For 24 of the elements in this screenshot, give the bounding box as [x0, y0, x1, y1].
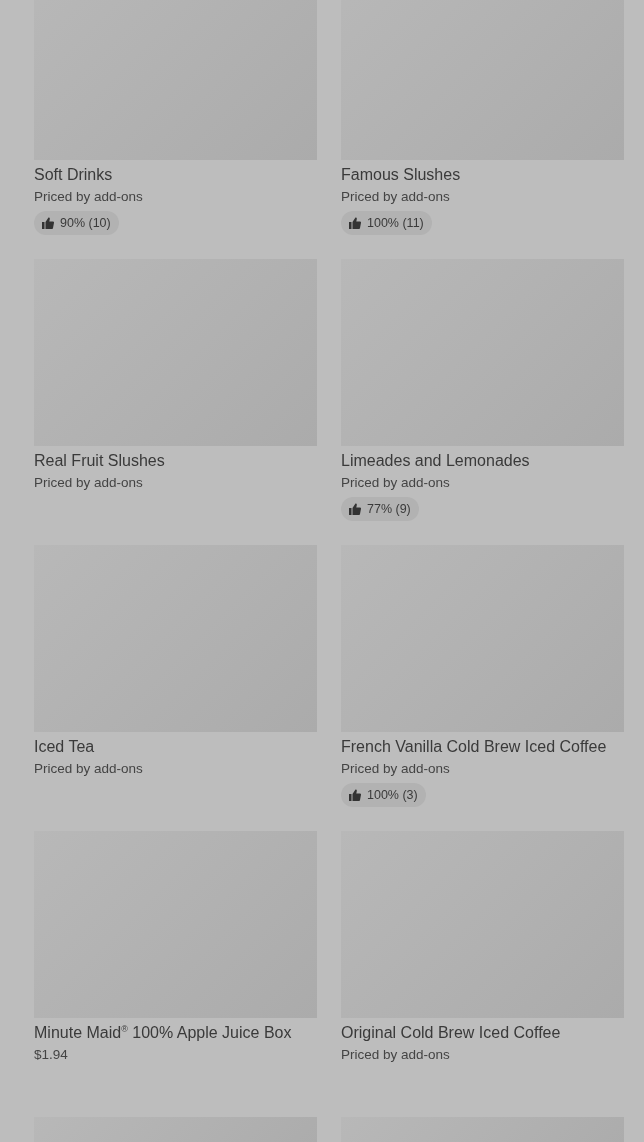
item-title[interactable]: Soft Drinks	[34, 165, 317, 185]
item-title[interactable]: Minute Maid$^{®}$ 100% Apple Juice Box	[34, 1023, 317, 1043]
item-price: Priced by add-ons	[341, 1046, 451, 1064]
rating-text: 77% (9)	[367, 502, 411, 516]
item-title[interactable]: Real Fruit Slushes	[34, 451, 317, 471]
rating-text: 100% (11)	[367, 216, 424, 230]
thumbs-up-icon	[349, 217, 361, 229]
thumbs-up-icon	[349, 503, 361, 515]
item-price: Priced by add-ons	[34, 188, 144, 206]
item-title[interactable]: Limeades and Lemonades	[341, 451, 624, 471]
item-title[interactable]: Iced Tea	[34, 737, 317, 757]
item-title[interactable]: Famous Slushes	[341, 165, 624, 185]
thumbs-up-icon	[349, 789, 361, 801]
item-price: $1.94	[34, 1046, 69, 1064]
item-price: Priced by add-ons	[34, 474, 144, 492]
item-price: Priced by add-ons	[341, 760, 451, 778]
item-price: Priced by add-ons	[34, 760, 144, 778]
item-price: Priced by add-ons	[341, 474, 451, 492]
rating-text: 100% (3)	[367, 788, 418, 802]
thumbs-up-icon	[42, 217, 54, 229]
item-title[interactable]: Original Cold Brew Iced Coffee	[341, 1023, 624, 1043]
item-price: Priced by add-ons	[341, 188, 451, 206]
rating-text: 90% (10)	[60, 216, 111, 230]
item-title[interactable]: French Vanilla Cold Brew Iced Coffee	[341, 737, 624, 757]
